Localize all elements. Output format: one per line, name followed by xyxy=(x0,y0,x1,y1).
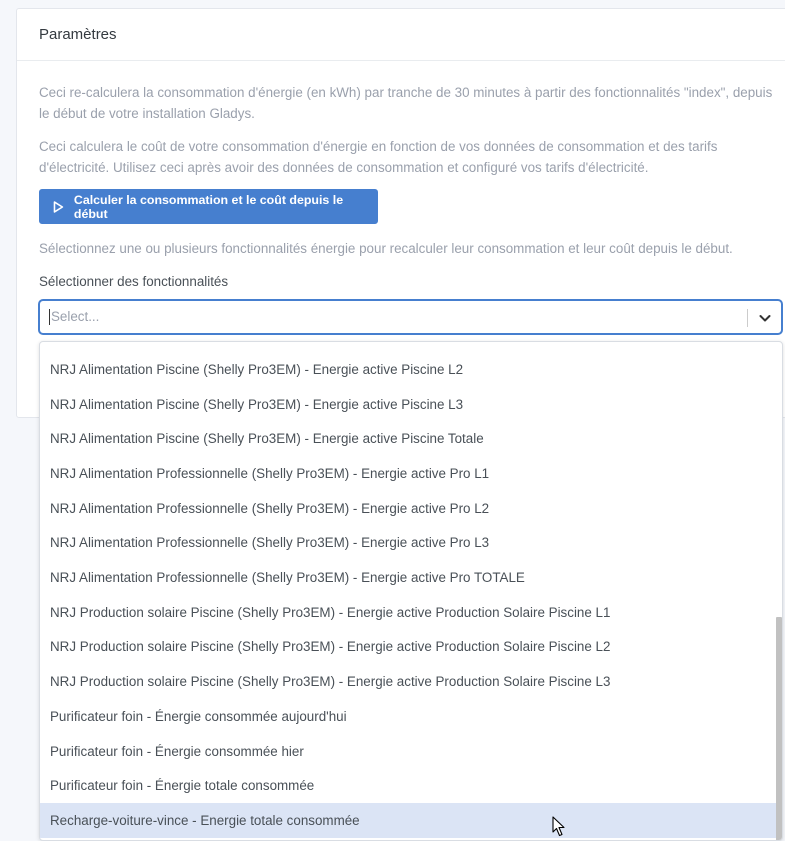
card-title: Paramètres xyxy=(17,9,785,61)
select-option[interactable]: NRJ Alimentation Piscine (Shelly Pro3EM)… xyxy=(40,387,778,422)
select-option[interactable]: NRJ Production solaire Piscine (Shelly P… xyxy=(40,664,778,699)
select-option[interactable]: NRJ Alimentation Professionnelle (Shelly… xyxy=(40,560,778,595)
play-outline-icon xyxy=(53,200,64,213)
select-option[interactable]: Purificateur foin - Énergie totale conso… xyxy=(40,768,778,803)
select-menu[interactable]: NRJ Alimentation Piscine (Shelly Pro3EM)… xyxy=(39,341,783,841)
mouse-cursor-icon xyxy=(552,816,565,837)
select-option[interactable]: NRJ Alimentation Professionnelle (Shelly… xyxy=(40,491,778,526)
select-input[interactable]: Select... xyxy=(49,309,99,325)
select-option[interactable]: Purificateur foin - Énergie consommée hi… xyxy=(40,734,778,769)
select-option[interactable]: NRJ Alimentation Piscine (Shelly Pro3EM)… xyxy=(40,421,778,456)
menu-scrollbar[interactable] xyxy=(776,617,782,840)
select-separator xyxy=(747,309,748,327)
cost-description: Ceci calculera le coût de votre consomma… xyxy=(39,139,718,175)
recalculate-description: Ceci re-calculera la consommation d'éner… xyxy=(39,85,773,121)
select-option[interactable]: NRJ Alimentation Professionnelle (Shelly… xyxy=(40,526,778,561)
select-option[interactable]: Purificateur foin - Énergie consommée au… xyxy=(40,699,778,734)
calculate-button-label: Calculer la consommation et le coût depu… xyxy=(73,192,344,221)
features-select[interactable]: Select... xyxy=(39,300,782,334)
select-option[interactable]: NRJ Alimentation Piscine (Shelly Pro3EM)… xyxy=(40,352,778,387)
select-hint: Sélectionnez une ou plusieurs fonctionna… xyxy=(39,241,733,256)
select-option[interactable]: NRJ Alimentation Professionnelle (Shelly… xyxy=(40,456,778,491)
select-option[interactable]: Recharge-voiture-vince - Energie totale … xyxy=(40,803,778,838)
select-label: Sélectionner des fonctionnalités xyxy=(39,274,229,289)
calculate-button[interactable]: Calculer la consommation et le coût depu… xyxy=(39,189,378,224)
chevron-down-icon[interactable] xyxy=(757,310,773,326)
select-option[interactable]: NRJ Production solaire Piscine (Shelly P… xyxy=(40,595,778,630)
select-option[interactable]: NRJ Production solaire Piscine (Shelly P… xyxy=(40,630,778,665)
